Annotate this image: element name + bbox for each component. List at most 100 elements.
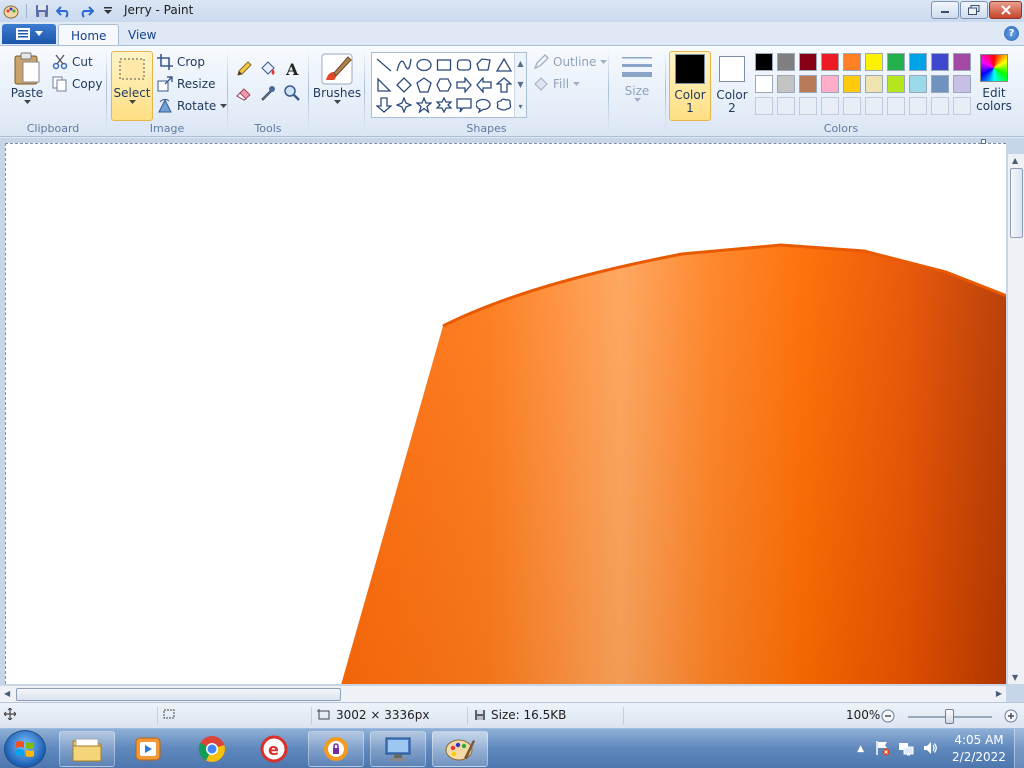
palette-custom-swatch[interactable] [799,97,817,115]
palette-custom-swatch[interactable] [843,97,861,115]
color2-button[interactable]: Color 2 [714,54,750,114]
color-picker-icon[interactable] [257,82,279,104]
taskbar-explorer[interactable] [59,731,115,767]
palette-color-swatch[interactable] [909,75,927,93]
line-shape-icon[interactable] [374,55,394,75]
taskbar-chrome[interactable] [184,731,240,767]
palette-color-swatch[interactable] [755,53,773,71]
pencil-icon[interactable] [233,58,255,80]
taskbar-browser-e[interactable]: e [246,731,302,767]
scroll-right-icon[interactable]: ▶ [996,689,1002,698]
redo-icon[interactable] [77,2,95,20]
diamond-shape-icon[interactable] [394,75,414,95]
magnifier-icon[interactable] [281,82,303,104]
fill-button[interactable]: Fill [533,74,581,94]
zoom-out-button[interactable] [881,709,895,723]
oval-callout-shape-icon[interactable] [474,95,494,115]
show-hidden-icons-icon[interactable]: ▲ [857,744,864,754]
scroll-down-icon[interactable]: ▼ [517,80,523,89]
palette-custom-swatch[interactable] [953,97,971,115]
palette-custom-swatch[interactable] [887,97,905,115]
scroll-up-icon[interactable]: ▲ [517,59,523,68]
cloud-callout-shape-icon[interactable] [494,95,514,115]
horizontal-scrollbar[interactable]: ◀ ▶ [0,685,1006,702]
undo-icon[interactable] [55,2,73,20]
network-icon[interactable] [898,740,914,759]
brushes-button[interactable]: Brushes [313,52,361,105]
palette-color-swatch[interactable] [799,75,817,93]
tab-home[interactable]: Home [58,24,120,46]
drawing-canvas[interactable] [5,143,1006,684]
six-point-star-shape-icon[interactable] [434,95,454,115]
palette-color-swatch[interactable] [953,53,971,71]
palette-color-swatch[interactable] [843,75,861,93]
crop-button[interactable]: Crop [157,52,205,72]
palette-color-swatch[interactable] [821,53,839,71]
maximize-button[interactable] [960,1,988,19]
copy-button[interactable]: Copy [52,74,102,94]
palette-color-swatch[interactable] [887,53,905,71]
four-point-star-shape-icon[interactable] [394,95,414,115]
taskbar-remote-desktop[interactable] [370,731,426,767]
pentagon-shape-icon[interactable] [414,75,434,95]
show-desktop-button[interactable] [1014,729,1024,768]
hexagon-shape-icon[interactable] [434,75,454,95]
five-point-star-shape-icon[interactable] [414,95,434,115]
size-button[interactable]: Size [617,54,657,103]
palette-color-swatch[interactable] [887,75,905,93]
palette-color-swatch[interactable] [865,53,883,71]
action-center-flag-icon[interactable] [874,740,890,759]
palette-color-swatch[interactable] [799,53,817,71]
palette-color-swatch[interactable] [821,75,839,93]
paint-app-icon[interactable] [2,2,20,20]
taskbar-clock[interactable]: 4:05 AM 2/2/2022 [944,732,1014,766]
scroll-up-icon[interactable]: ▲ [1012,156,1018,165]
text-icon[interactable]: A [281,58,303,80]
file-menu-button[interactable] [2,24,56,44]
select-button-content[interactable]: Select [112,56,152,105]
outline-button[interactable]: Outline [533,52,608,72]
palette-custom-swatch[interactable] [865,97,883,115]
paste-button[interactable]: Paste [8,52,46,105]
palette-color-swatch[interactable] [953,75,971,93]
curve-shape-icon[interactable] [394,55,414,75]
volume-icon[interactable] [922,740,938,759]
right-triangle-shape-icon[interactable] [374,75,394,95]
palette-custom-swatch[interactable] [909,97,927,115]
palette-color-swatch[interactable] [931,53,949,71]
polygon-shape-icon[interactable] [474,55,494,75]
customize-dropdown-icon[interactable] [99,2,117,20]
taskbar-paint[interactable] [432,731,488,767]
tab-view[interactable]: View [116,24,168,46]
fill-bucket-icon[interactable] [257,58,279,80]
palette-color-swatch[interactable] [755,75,773,93]
scroll-left-icon[interactable]: ◀ [4,689,10,698]
expand-gallery-icon[interactable]: ▾ [518,102,522,111]
help-icon[interactable]: ? [1004,26,1019,41]
palette-color-swatch[interactable] [843,53,861,71]
rounded-rectangle-shape-icon[interactable] [454,55,474,75]
minimize-button[interactable] [931,1,959,19]
shapes-scrollbar[interactable]: ▲ ▼ ▾ [514,53,526,117]
vertical-scrollbar[interactable]: ▲ ▼ [1007,154,1024,684]
save-icon[interactable] [33,2,51,20]
up-arrow-shape-icon[interactable] [494,75,514,95]
close-button[interactable] [989,1,1022,19]
horizontal-scroll-thumb[interactable] [16,688,341,701]
scroll-down-icon[interactable]: ▼ [1012,673,1018,682]
palette-custom-swatch[interactable] [755,97,773,115]
rectangle-shape-icon[interactable] [434,55,454,75]
palette-custom-swatch[interactable] [777,97,795,115]
right-arrow-shape-icon[interactable] [454,75,474,95]
canvas-resize-handle-right[interactable] [981,139,986,144]
palette-custom-swatch[interactable] [821,97,839,115]
cut-button[interactable]: Cut [52,52,93,72]
vertical-scroll-thumb[interactable] [1010,168,1023,238]
palette-color-swatch[interactable] [777,75,795,93]
eraser-icon[interactable] [233,82,255,104]
taskbar-vpn-app[interactable] [308,731,364,767]
taskbar-media-player[interactable] [120,731,176,767]
edit-colors-button[interactable]: Edit colors [976,54,1012,112]
zoom-in-button[interactable] [1004,709,1018,723]
resize-button[interactable]: Resize [157,74,215,94]
